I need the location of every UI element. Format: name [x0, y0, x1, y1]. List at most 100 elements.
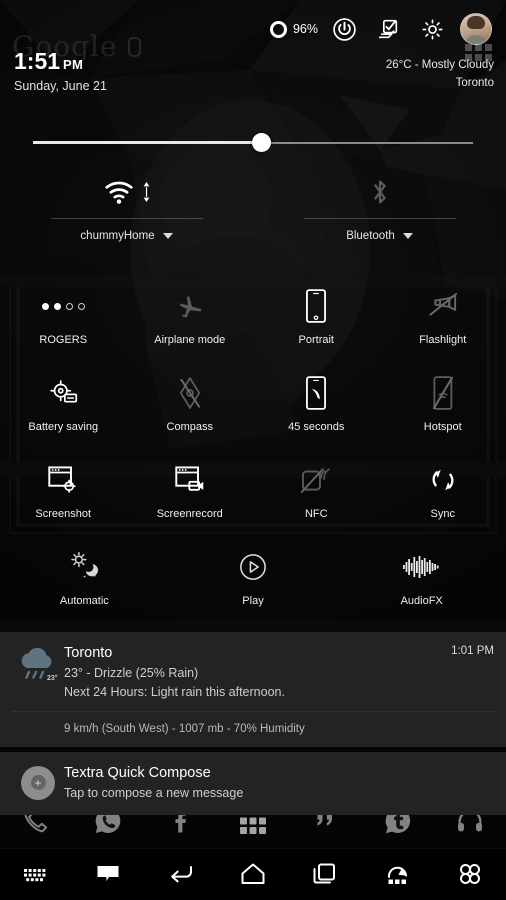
- equalizer-icon: [402, 547, 441, 587]
- auto-brightness-icon: [67, 547, 101, 587]
- tile-play[interactable]: Play: [169, 539, 338, 626]
- notification-weather[interactable]: 1:01 PM 23° Toronto 23° - Drizzle (25% R…: [0, 632, 506, 747]
- settings-button[interactable]: [410, 12, 454, 46]
- data-transfer-arrows-icon: [143, 182, 150, 202]
- tile-flashlight[interactable]: Flashlight: [380, 278, 506, 365]
- screenrecord-icon: [174, 460, 206, 500]
- phone-portrait-icon: [305, 286, 327, 326]
- wifi-ssid: chummyHome: [80, 230, 155, 242]
- tile-screenshot[interactable]: Screenshot: [0, 452, 127, 539]
- tile-row: Automatic Play AudioFX: [0, 539, 506, 626]
- notification-line-1: 23° - Drizzle (25% Rain): [64, 666, 199, 681]
- tasks-check-icon: [378, 19, 397, 38]
- tile-row: ROGERS Airplane mode Portrait Flashlight: [0, 278, 506, 365]
- tile-label: Battery saving: [28, 421, 99, 433]
- tile-battery-saving[interactable]: Battery saving: [0, 365, 127, 452]
- tile-compass[interactable]: Compass: [127, 365, 254, 452]
- notification-icon[interactable]: [72, 862, 144, 886]
- notification-time: 1:01 PM: [451, 645, 494, 657]
- sync-icon: [428, 460, 458, 500]
- tile-label: NFC: [304, 508, 328, 520]
- avatar: [460, 13, 492, 45]
- tile-label: Portrait: [298, 334, 334, 346]
- brightness-slider[interactable]: [33, 133, 473, 152]
- menu-rotate-icon[interactable]: [361, 862, 433, 886]
- tile-screen-timeout[interactable]: 45 seconds: [253, 365, 380, 452]
- wifi-divider: [50, 218, 203, 219]
- navigation-bar: [0, 848, 506, 900]
- power-button[interactable]: [322, 12, 366, 46]
- tile-label: Automatic: [59, 595, 109, 607]
- chevron-down-icon[interactable]: [402, 233, 413, 239]
- tile-auto-brightness[interactable]: Automatic: [0, 539, 169, 626]
- tile-label: Play: [242, 595, 264, 607]
- quad-circles-icon[interactable]: [434, 862, 506, 886]
- gear-icon: [422, 19, 442, 40]
- bluetooth-label: Bluetooth: [346, 230, 395, 242]
- notification-line-2: Next 24 Hours: Light rain this afternoon…: [64, 685, 285, 700]
- bluetooth-label-row[interactable]: Bluetooth: [346, 230, 413, 242]
- header-weather-condition: 26°C - Mostly Cloudy: [385, 59, 494, 71]
- notification-list: 1:01 PM 23° Toronto 23° - Drizzle (25% R…: [0, 632, 506, 820]
- tile-airplane-mode[interactable]: Airplane mode: [127, 278, 254, 365]
- hotspot-off-icon: [431, 373, 455, 413]
- clock-widget[interactable]: 1:51 PM Sunday, June 21: [14, 48, 107, 94]
- wifi-label-row[interactable]: chummyHome: [80, 230, 173, 242]
- tasks-button[interactable]: [366, 12, 410, 46]
- home-icon[interactable]: [217, 862, 289, 886]
- notification-textra[interactable]: + Textra Quick Compose Tap to compose a …: [0, 751, 506, 815]
- tile-label: Compass: [166, 421, 213, 433]
- tile-label: Sync: [430, 508, 455, 520]
- screenshot-icon: [47, 460, 79, 500]
- header-weather-location: Toronto: [455, 76, 494, 89]
- battery-status[interactable]: 96%: [269, 20, 318, 38]
- bluetooth-icon: [373, 180, 386, 204]
- notification-title: Toronto: [64, 645, 113, 661]
- keyboard-icon[interactable]: [0, 864, 72, 884]
- back-icon[interactable]: [145, 863, 217, 885]
- rain-cloud-icon: 23°: [12, 644, 64, 701]
- tile-label: Screenrecord: [156, 508, 223, 520]
- battery-saver-icon: [47, 373, 79, 413]
- bluetooth-icon-group: [367, 170, 393, 214]
- bluetooth-tile[interactable]: Bluetooth: [253, 170, 506, 270]
- chevron-down-icon[interactable]: [162, 233, 173, 239]
- clock-meridiem: PM: [63, 57, 84, 72]
- flashlight-off-icon: [427, 286, 459, 326]
- tile-sync[interactable]: Sync: [380, 452, 506, 539]
- tile-label: Airplane mode: [154, 334, 226, 346]
- weather-icon-badge: 23°: [47, 674, 58, 682]
- battery-ring-icon: [269, 20, 287, 38]
- notification-title: Textra Quick Compose: [64, 764, 211, 781]
- quick-settings-tiles: ROGERS Airplane mode Portrait Flashlight…: [0, 278, 506, 626]
- tile-hotspot[interactable]: Hotspot: [380, 365, 506, 452]
- tile-audiofx[interactable]: AudioFX: [337, 539, 506, 626]
- compass-off-icon: [177, 373, 203, 413]
- recents-icon[interactable]: [289, 862, 361, 886]
- tile-carrier[interactable]: ROGERS: [0, 278, 127, 365]
- android-quick-settings-screen: Google 96% 1:51 PM Sunday, June 21 26°C …: [0, 0, 506, 900]
- clock-time: 1:51: [14, 48, 61, 74]
- nfc-off-icon: [299, 460, 333, 500]
- power-icon: [332, 17, 356, 41]
- tile-label: Hotspot: [423, 421, 462, 433]
- header-weather[interactable]: 26°C - Mostly Cloudy Toronto: [386, 57, 494, 93]
- notification-line-1: Tap to compose a new message: [64, 785, 244, 800]
- tile-row: Screenshot Screenrecord NFC Sync: [0, 452, 506, 539]
- wifi-tile[interactable]: chummyHome: [0, 170, 253, 270]
- signal-dots-icon: [41, 286, 85, 326]
- battery-percent-label: 96%: [292, 22, 318, 36]
- user-avatar-button[interactable]: [454, 12, 498, 46]
- slider-fill: [33, 141, 262, 144]
- tile-screenrecord[interactable]: Screenrecord: [127, 452, 254, 539]
- clock-date: Sunday, June 21: [14, 79, 107, 93]
- tile-portrait[interactable]: Portrait: [253, 278, 380, 365]
- quick-settings-header: 96% 1:51 PM Sunday, June 21 26°C - Mostl…: [0, 0, 506, 110]
- tile-nfc[interactable]: NFC: [253, 452, 380, 539]
- tile-label: 45 seconds: [288, 421, 345, 433]
- tile-label: Flashlight: [419, 334, 467, 346]
- bluetooth-divider: [303, 218, 456, 219]
- connectivity-row: chummyHome Bluetooth: [0, 170, 506, 270]
- wifi-icon: [105, 181, 133, 204]
- play-circle-icon: [239, 547, 267, 587]
